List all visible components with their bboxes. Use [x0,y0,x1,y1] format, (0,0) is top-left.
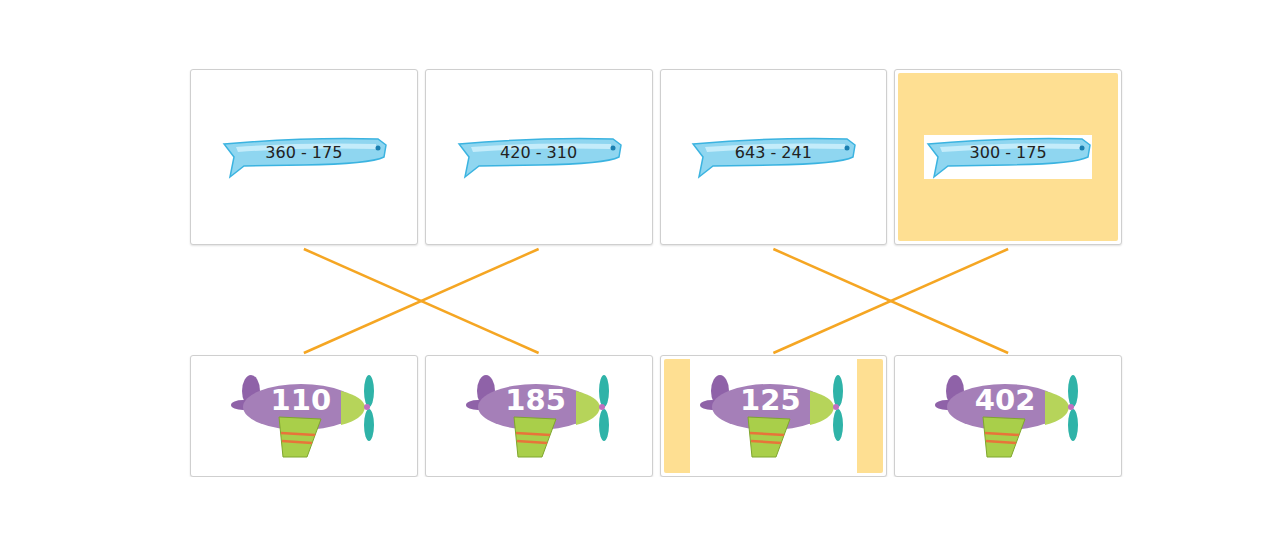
expression-card[interactable]: 420 - 310 [425,69,653,245]
expression-text: 643 - 241 [689,143,857,162]
answer-text: 185 [486,383,586,417]
answer-card[interactable]: 110 [190,355,418,477]
plane-box: 185 [455,359,622,473]
answer-card-inner: 125 [664,359,884,473]
expression-banner: 360 - 175 [220,135,388,179]
plane-box: 125 [690,359,857,473]
plane: 110 [229,371,379,461]
answer-card-inner: 402 [898,359,1118,473]
plane: 125 [698,371,848,461]
plane-box: 402 [925,359,1092,473]
expression-banner: 300 - 175 [924,135,1092,179]
connection-lines [190,245,1122,355]
answer-card[interactable]: 402 [894,355,1122,477]
answer-text: 110 [251,383,351,417]
expression-card-inner: 643 - 241 [664,73,884,241]
expression-card[interactable]: 300 - 175 [894,69,1122,245]
plane: 402 [933,371,1083,461]
answer-card-inner: 185 [429,359,649,473]
connection-line [304,249,539,353]
expression-text: 300 - 175 [924,143,1092,162]
expression-card-inner: 360 - 175 [194,73,414,241]
answer-card[interactable]: 125 [660,355,888,477]
expression-text: 360 - 175 [220,143,388,162]
expression-row: 360 - 175 420 - 310 643 - 241 300 - 175 [190,69,1122,245]
expression-card[interactable]: 360 - 175 [190,69,418,245]
answer-text: 125 [720,383,820,417]
answer-card[interactable]: 185 [425,355,653,477]
expression-text: 420 - 310 [455,143,623,162]
answer-row: 110 185 125 402 [190,355,1122,477]
connection-line [773,249,1008,353]
plane-box: 110 [220,359,387,473]
expression-card-inner: 300 - 175 [898,73,1118,241]
connection-line [773,249,1008,353]
expression-banner: 420 - 310 [455,135,623,179]
expression-card-inner: 420 - 310 [429,73,649,241]
answer-card-inner: 110 [194,359,414,473]
answer-text: 402 [955,383,1055,417]
plane: 185 [464,371,614,461]
matching-board: 360 - 175420 - 310643 - 241300 - 1751101… [190,69,1122,477]
expression-card[interactable]: 643 - 241 [660,69,888,245]
expression-banner: 643 - 241 [689,135,857,179]
connection-line [304,249,539,353]
